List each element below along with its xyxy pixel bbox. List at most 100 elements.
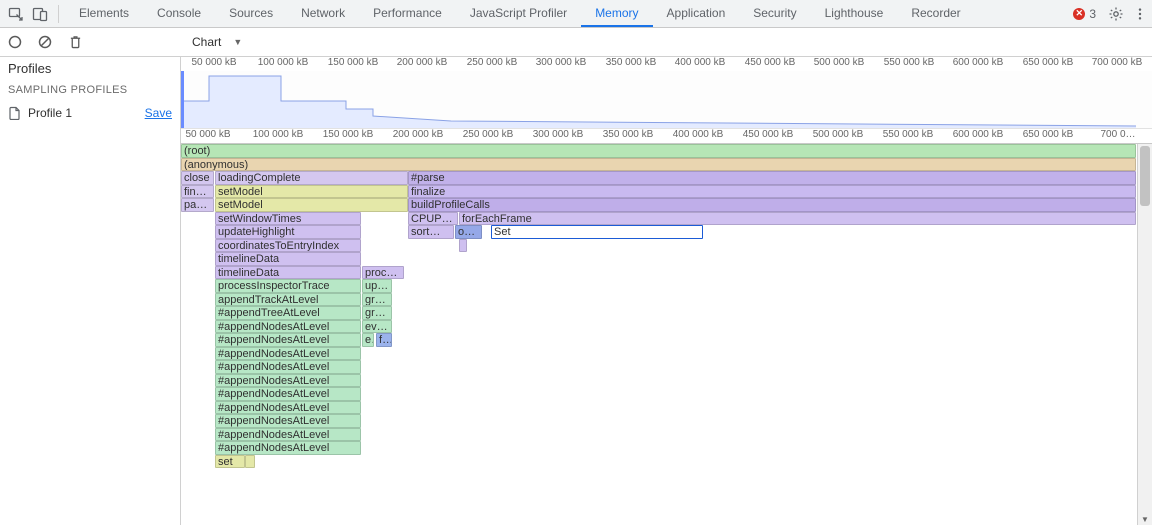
overview[interactable]: 50 000 kB100 000 kB150 000 kB200 000 kB2…: [181, 57, 1152, 144]
ruler-tick: 100 000 kB: [258, 57, 309, 68]
devtools-window: Elements Console Sources Network Perform…: [0, 0, 1152, 525]
flame-bar[interactable]: (root): [181, 144, 1136, 158]
flame-bar[interactable]: up…up: [362, 279, 392, 293]
flame-bar[interactable]: #parse: [408, 171, 1136, 185]
flame-bar[interactable]: sort…ples: [408, 225, 454, 239]
flame-row: #appendNodesAtLevel: [181, 387, 1137, 401]
flame-bar[interactable]: #appendNodesAtLevel: [215, 333, 361, 347]
flame-bar[interactable]: loadingComplete: [215, 171, 408, 185]
range-handle-left[interactable]: [181, 71, 184, 128]
tab-recorder[interactable]: Recorder: [897, 0, 974, 27]
tab-performance[interactable]: Performance: [359, 0, 456, 27]
flame-bar[interactable]: o…k: [455, 225, 482, 239]
flame-bar[interactable]: ev…ew: [362, 320, 392, 334]
profile-row[interactable]: Profile 1 Save: [0, 102, 180, 124]
more-icon[interactable]: [1131, 5, 1149, 23]
flame-bar[interactable]: e…: [362, 333, 374, 347]
flame-bar[interactable]: setWindowTimes: [215, 212, 361, 226]
flame-bar[interactable]: #appendNodesAtLevel: [215, 360, 361, 374]
ruler-tick: 200 000 kB: [397, 57, 448, 68]
tab-network[interactable]: Network: [287, 0, 359, 27]
ruler-tick: 150 000 kB: [328, 57, 379, 68]
flame-bar[interactable]: appendTrackAtLevel: [215, 293, 361, 307]
flame-bar[interactable]: #appendNodesAtLevel: [215, 387, 361, 401]
record-button[interactable]: [3, 30, 27, 54]
flame-bar[interactable]: CPUP…del: [408, 212, 458, 226]
ruler-tick: 650 000 kB: [1023, 129, 1074, 140]
flame-chart[interactable]: (root)(anonymous)closeloadingComplete#pa…: [181, 144, 1152, 525]
flame-bar[interactable]: Set: [491, 225, 703, 239]
flame-row: updateHighlight sort…pleso…k Set: [181, 225, 1137, 239]
flame-bar[interactable]: set: [215, 455, 245, 469]
device-toggle-icon[interactable]: [31, 5, 49, 23]
flame-row: #appendNodesAtLevel: [181, 360, 1137, 374]
tab-elements[interactable]: Elements: [65, 0, 143, 27]
ruler-tick: 150 000 kB: [323, 129, 374, 140]
flame-row: #appendTreeAtLevelgr…ew: [181, 306, 1137, 320]
ruler-tick: 50 000 kB: [185, 129, 230, 140]
flame-row: timelineData: [181, 252, 1137, 266]
scroll-down-icon[interactable]: ▼: [1138, 513, 1152, 525]
flame-scrollbar[interactable]: ▲ ▼: [1137, 144, 1152, 525]
flame-bar[interactable]: processInspectorTrace: [215, 279, 361, 293]
flame-bar[interactable]: #appendNodesAtLevel: [215, 441, 361, 455]
ruler-tick: 450 000 kB: [743, 129, 794, 140]
flame-bar[interactable]: finalize: [408, 185, 1136, 199]
ruler-tick: 550 000 kB: [884, 57, 935, 68]
flame-bar[interactable]: #appendTreeAtLevel: [215, 306, 361, 320]
save-link[interactable]: Save: [145, 106, 172, 120]
flame-bar[interactable]: timelineData: [215, 266, 361, 280]
scrollbar-thumb[interactable]: [1140, 146, 1150, 206]
flame-bar[interactable]: [245, 455, 255, 469]
ruler-tick: 600 000 kB: [953, 129, 1004, 140]
tab-memory[interactable]: Memory: [581, 0, 652, 27]
flame-row: setWindowTimes CPUP…delforEachFrame: [181, 212, 1137, 226]
ruler-tick: 350 000 kB: [606, 57, 657, 68]
ruler-tick: 300 000 kB: [536, 57, 587, 68]
tab-application[interactable]: Application: [653, 0, 740, 27]
view-select[interactable]: Chart ▼: [186, 33, 298, 51]
flame-bar[interactable]: buildProfileCalls: [408, 198, 1136, 212]
flame-bar[interactable]: f…r: [376, 333, 392, 347]
flame-bar[interactable]: (anonymous): [181, 158, 1136, 172]
profile-label: Profile 1: [28, 106, 72, 120]
flame-bar[interactable]: timelineData: [215, 252, 361, 266]
flame-bar[interactable]: setModel: [215, 185, 408, 199]
flame-bar[interactable]: coordinatesToEntryIndex: [215, 239, 361, 253]
flame-bar[interactable]: pa…at: [181, 198, 214, 212]
flame-row: appendTrackAtLevelgro…ts: [181, 293, 1137, 307]
flame-bar[interactable]: [459, 239, 467, 253]
sidebar: Profiles SAMPLING PROFILES Profile 1 Sav…: [0, 57, 181, 525]
flame-bar[interactable]: setModel: [215, 198, 408, 212]
tab-lighthouse[interactable]: Lighthouse: [811, 0, 898, 27]
flame-bar[interactable]: updateHighlight: [215, 225, 361, 239]
flame-bar[interactable]: fin…ce: [181, 185, 214, 199]
tab-security[interactable]: Security: [739, 0, 810, 27]
tab-js-profiler[interactable]: JavaScript Profiler: [456, 0, 581, 27]
flame-bar[interactable]: close: [181, 171, 214, 185]
flame-bar[interactable]: gro…ts: [362, 293, 392, 307]
flame-bar[interactable]: #appendNodesAtLevel: [215, 414, 361, 428]
error-count[interactable]: ✕ 3: [1073, 7, 1096, 21]
tab-sources[interactable]: Sources: [215, 0, 287, 27]
flame-bar[interactable]: #appendNodesAtLevel: [215, 320, 361, 334]
ruler-tick: 100 000 kB: [253, 129, 304, 140]
inspect-icon[interactable]: [7, 5, 25, 23]
flame-bar[interactable]: #appendNodesAtLevel: [215, 428, 361, 442]
flame-row: #appendNodesAtLevel: [181, 414, 1137, 428]
flame-bar[interactable]: gr…ew: [362, 306, 392, 320]
flame-bar[interactable]: #appendNodesAtLevel: [215, 374, 361, 388]
settings-icon[interactable]: [1107, 5, 1125, 23]
delete-button[interactable]: [63, 30, 87, 54]
tab-recorder-label: Recorder: [911, 6, 960, 20]
flame-bar[interactable]: #appendNodesAtLevel: [215, 401, 361, 415]
flame-row: (anonymous): [181, 158, 1137, 172]
tab-console[interactable]: Console: [143, 0, 215, 27]
flame-bar[interactable]: proc…ata: [362, 266, 404, 280]
overview-chart[interactable]: [181, 71, 1152, 128]
flame-scroll[interactable]: (root)(anonymous)closeloadingComplete#pa…: [181, 144, 1137, 525]
view-select-label: Chart: [192, 35, 221, 49]
flame-bar[interactable]: forEachFrame: [459, 212, 1136, 226]
clear-button[interactable]: [33, 30, 57, 54]
flame-bar[interactable]: #appendNodesAtLevel: [215, 347, 361, 361]
